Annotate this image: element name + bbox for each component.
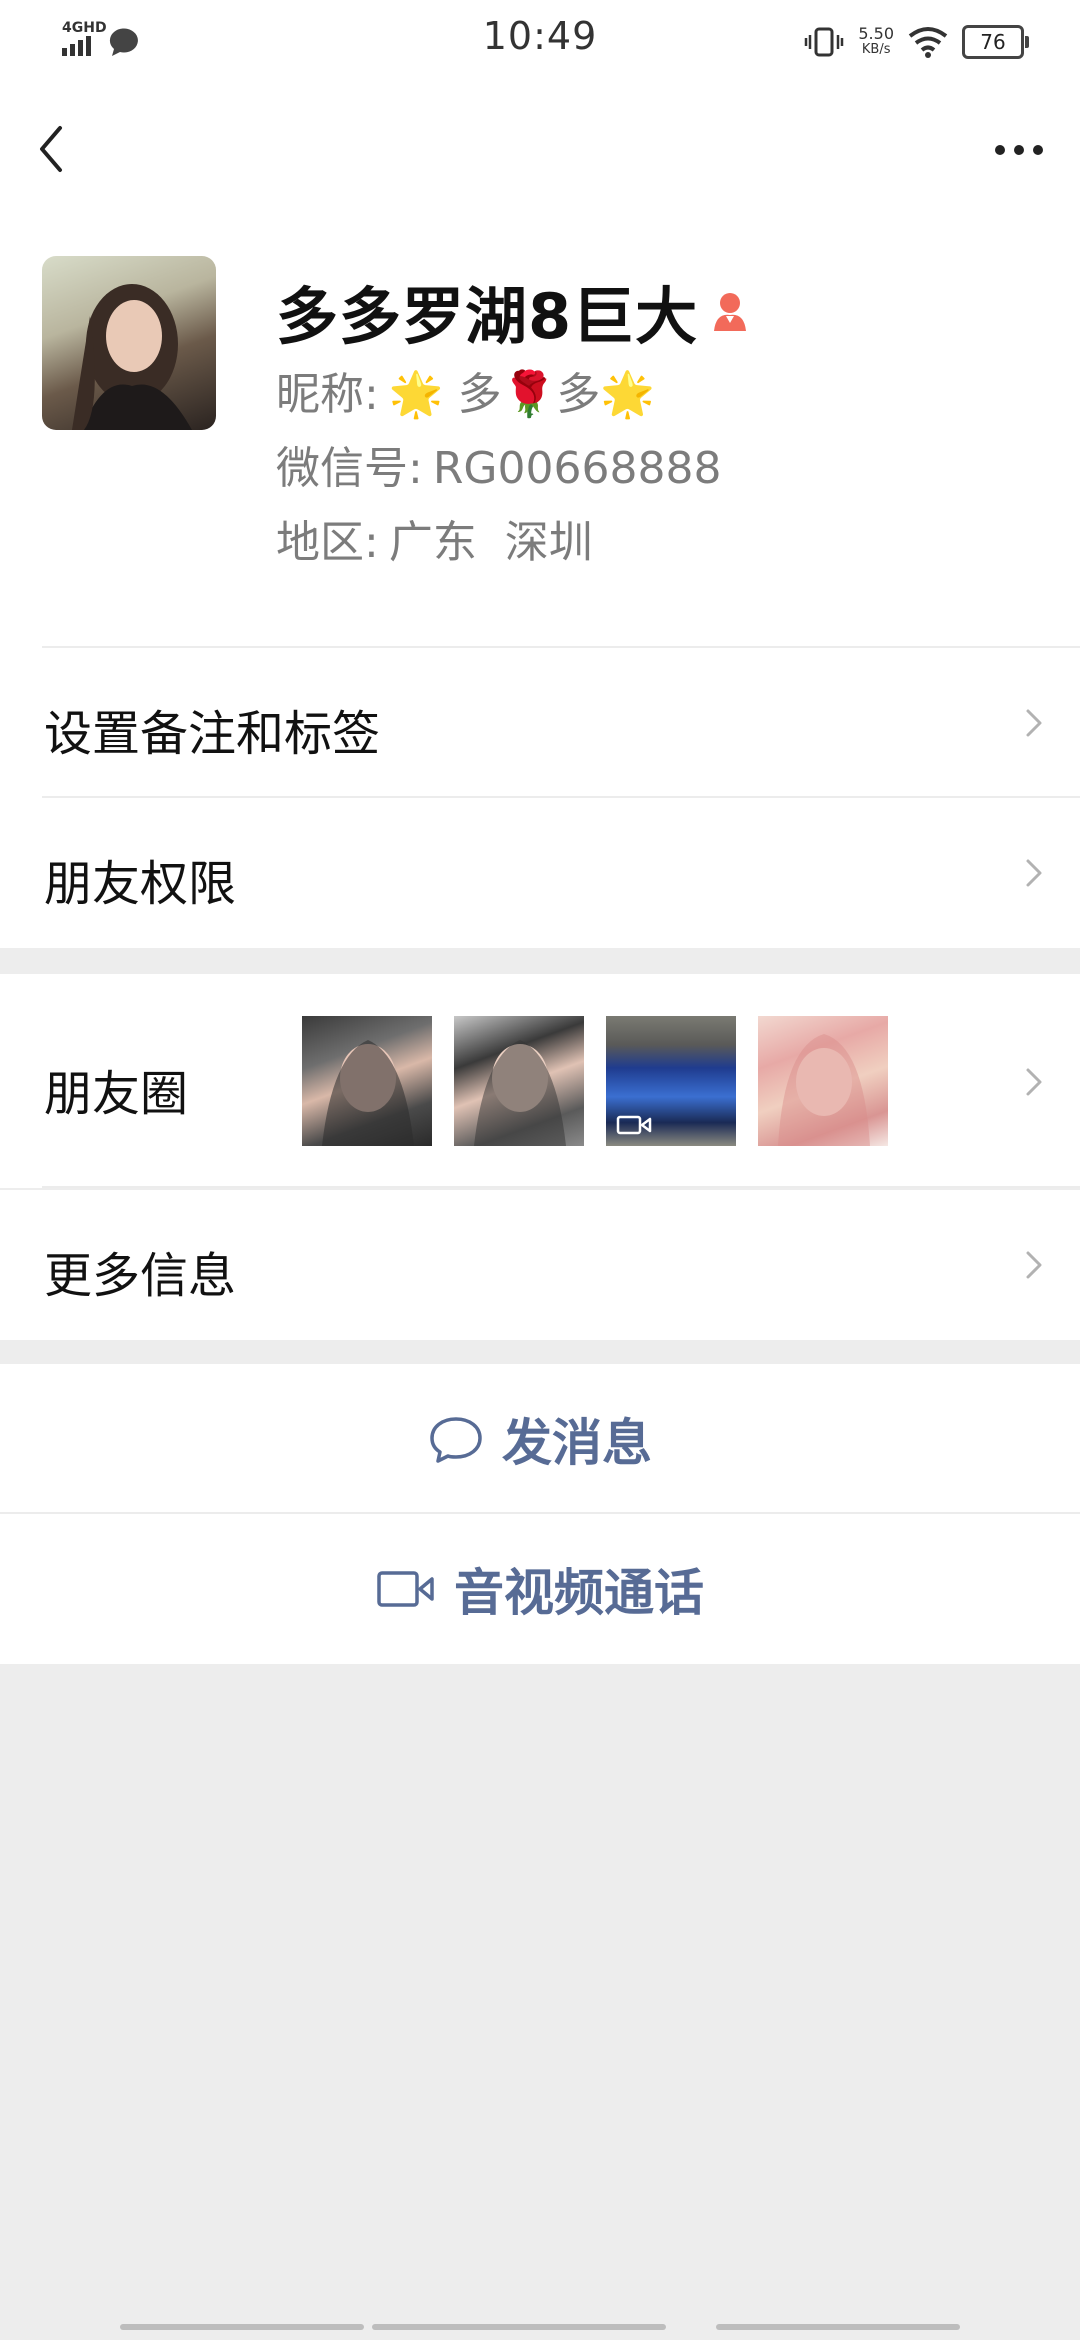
nav-bar [0, 84, 1080, 214]
chevron-right-icon [1026, 1251, 1042, 1279]
more-dots-icon [995, 145, 1043, 155]
video-call-label: 音视频通话 [454, 1564, 704, 1622]
more-info-cell[interactable]: 更多信息 [0, 1190, 1080, 1340]
region-label: 地区: [276, 517, 379, 568]
remark-tags-cell[interactable]: 设置备注和标签 [0, 648, 1080, 798]
divider [42, 1186, 1080, 1188]
more-button[interactable] [984, 120, 1054, 180]
wechat-id-row: 微信号: RG00668888 [276, 432, 721, 496]
wifi-icon [908, 27, 948, 58]
send-message-label: 发消息 [502, 1414, 652, 1472]
moments-photo [758, 1016, 888, 1146]
chat-bubble-icon [430, 1417, 482, 1463]
moments-cell[interactable]: 朋友圈 [0, 974, 1080, 1188]
wechat-id-label: 微信号: [276, 443, 423, 494]
friend-permissions-label: 朋友权限 [44, 856, 237, 912]
moments-photo [302, 1016, 432, 1146]
chevron-right-icon [1026, 709, 1042, 737]
gesture-bar [372, 2324, 666, 2330]
status-bar: 4GHD 10:49 5.50 KB/s 76 [0, 0, 1080, 84]
gesture-bar [716, 2324, 960, 2330]
name-row: 多多罗湖8巨大 [276, 266, 752, 356]
moments-video [606, 1016, 736, 1146]
speed-unit: KB/s [861, 42, 891, 57]
region-value: 广东 深圳 [388, 517, 593, 568]
send-message-button[interactable]: 发消息 [0, 1364, 1080, 1514]
avatar-image [72, 284, 192, 430]
wechat-id-value: RG00668888 [432, 443, 722, 494]
friend-permissions-cell[interactable]: 朋友权限 [0, 798, 1080, 948]
chevron-right-icon [1026, 1068, 1042, 1096]
video-call-button[interactable]: 音视频通话 [0, 1514, 1080, 1664]
network-speed: 5.50 KB/s [858, 26, 894, 58]
more-info-label: 更多信息 [44, 1248, 237, 1304]
status-icons: 5.50 KB/s 76 [804, 20, 1029, 64]
video-camera-icon [377, 1571, 434, 1607]
battery-indicator: 76 [962, 25, 1029, 59]
female-gender-icon [714, 293, 747, 331]
nickname-row: 昵称: 🌟 多🌹多🌟 [276, 358, 655, 422]
profile-header: 多多罗湖8巨大 昵称: 🌟 多🌹多🌟 微信号: RG00668888 地区: 广东 深… [0, 214, 1080, 648]
back-button[interactable] [28, 114, 78, 184]
gesture-bar [120, 2324, 364, 2330]
avatar[interactable] [42, 256, 216, 430]
chevron-right-icon [1026, 859, 1042, 887]
nickname-label: 昵称: [276, 369, 379, 420]
moments-thumbnails [302, 1016, 888, 1146]
chevron-left-icon [40, 126, 62, 172]
moments-label: 朋友圈 [44, 1066, 189, 1122]
moments-photo [454, 1016, 584, 1146]
vibrate-icon [805, 27, 844, 57]
video-camera-icon [616, 1115, 652, 1135]
remark-tags-label: 设置备注和标签 [44, 706, 381, 762]
speed-value: 5.50 [858, 24, 894, 43]
profile-name: 多多罗湖8巨大 [276, 280, 699, 353]
nickname-value: 🌟 多🌹多🌟 [388, 369, 656, 420]
region-row: 地区: 广东 深圳 [276, 506, 593, 570]
